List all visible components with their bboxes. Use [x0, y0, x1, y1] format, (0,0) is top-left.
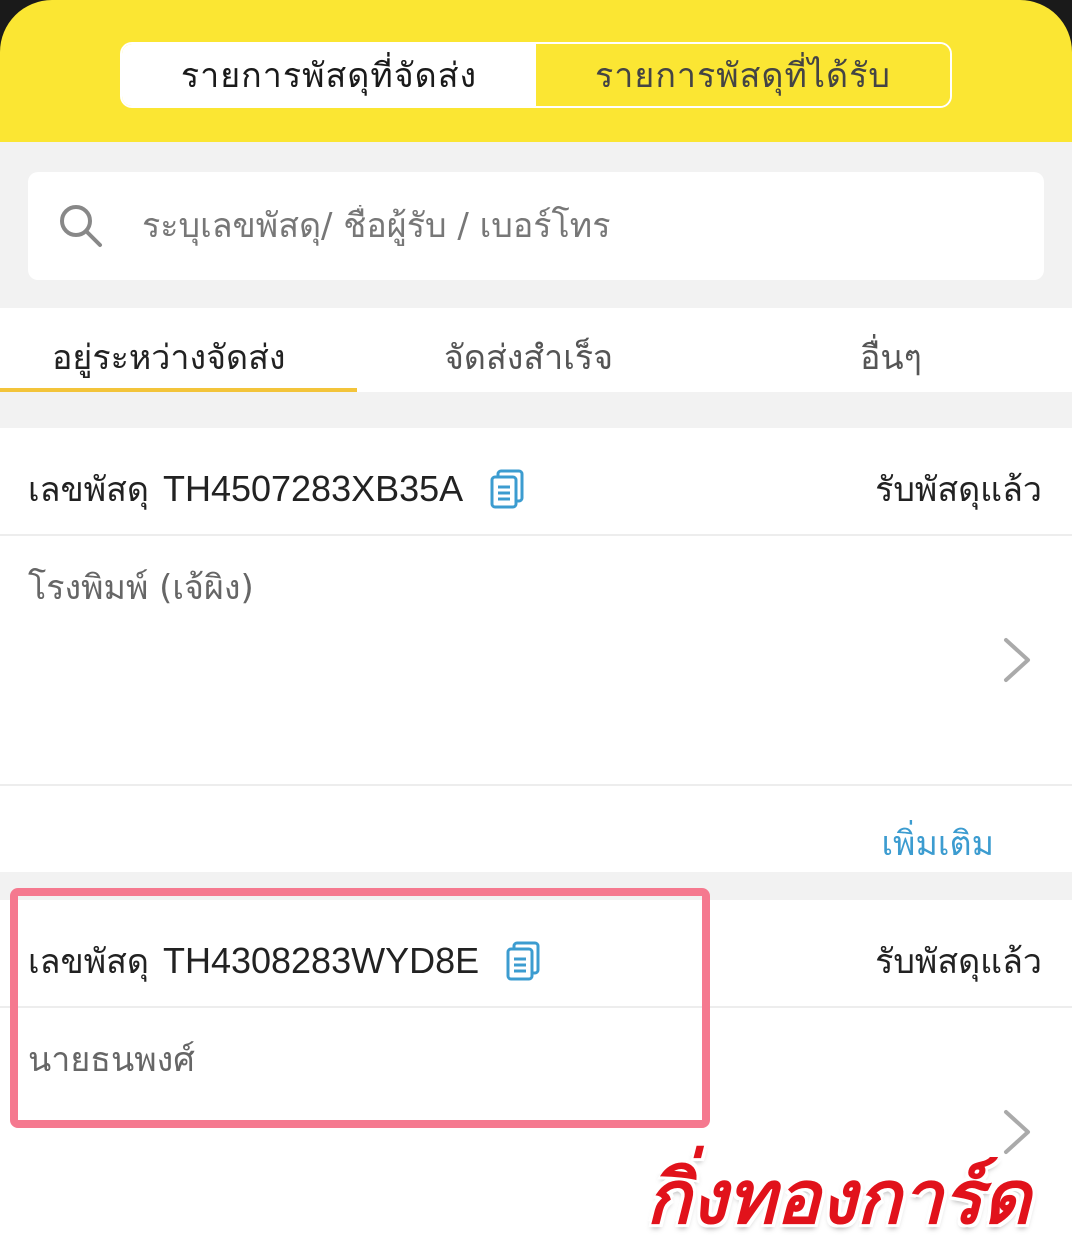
- more-link[interactable]: เพิ่มเติม: [881, 816, 994, 870]
- tab-others[interactable]: อื่นๆ: [860, 330, 922, 384]
- highlight-box: [10, 888, 710, 1128]
- receiver-name: โรงพิมพ์ (เจ้ผิง): [28, 568, 254, 608]
- parcel-status: รับพัสดุแล้ว: [875, 942, 1042, 982]
- top-bar: รายการพัสดุที่จัดส่ง รายการพัสดุที่ได้รั…: [0, 0, 1072, 142]
- search-icon: [60, 205, 102, 247]
- tracking-prefix: เลขพัสดุ: [28, 470, 149, 510]
- tab-delivered[interactable]: จัดส่งสำเร็จ: [444, 330, 613, 384]
- tab-in-transit[interactable]: อยู่ระหว่างจัดส่ง: [52, 330, 285, 384]
- segment-sent-parcels[interactable]: รายการพัสดุที่จัดส่ง: [122, 44, 536, 106]
- parcel-card-header: เลขพัสดุ TH4507283XB35A รับพัสดุแล้ว: [0, 428, 1072, 536]
- search-area: [0, 142, 1072, 308]
- copy-icon[interactable]: [489, 469, 525, 509]
- tracking-info: เลขพัสดุ TH4507283XB35A: [28, 462, 525, 516]
- parcel-status: รับพัสดุแล้ว: [875, 470, 1042, 510]
- search-box[interactable]: [28, 172, 1044, 280]
- search-input[interactable]: [140, 205, 1004, 247]
- segment-control: รายการพัสดุที่จัดส่ง รายการพัสดุที่ได้รั…: [120, 42, 952, 108]
- section-divider: [0, 392, 1072, 428]
- watermark-logo: กิ่งทองการ์ด: [646, 1155, 1031, 1241]
- parcel-card[interactable]: เลขพัสดุ TH4507283XB35A รับพัสดุแล้ว โรง…: [0, 428, 1072, 784]
- chevron-right-icon[interactable]: [1000, 636, 1034, 684]
- tracking-number: TH4507283XB35A: [162, 468, 464, 509]
- segment-received-parcels[interactable]: รายการพัสดุที่ได้รับ: [536, 44, 950, 106]
- status-tabs: อยู่ระหว่างจัดส่ง จัดส่งสำเร็จ อื่นๆ: [0, 308, 1072, 392]
- more-row: เพิ่มเติม: [0, 784, 1072, 874]
